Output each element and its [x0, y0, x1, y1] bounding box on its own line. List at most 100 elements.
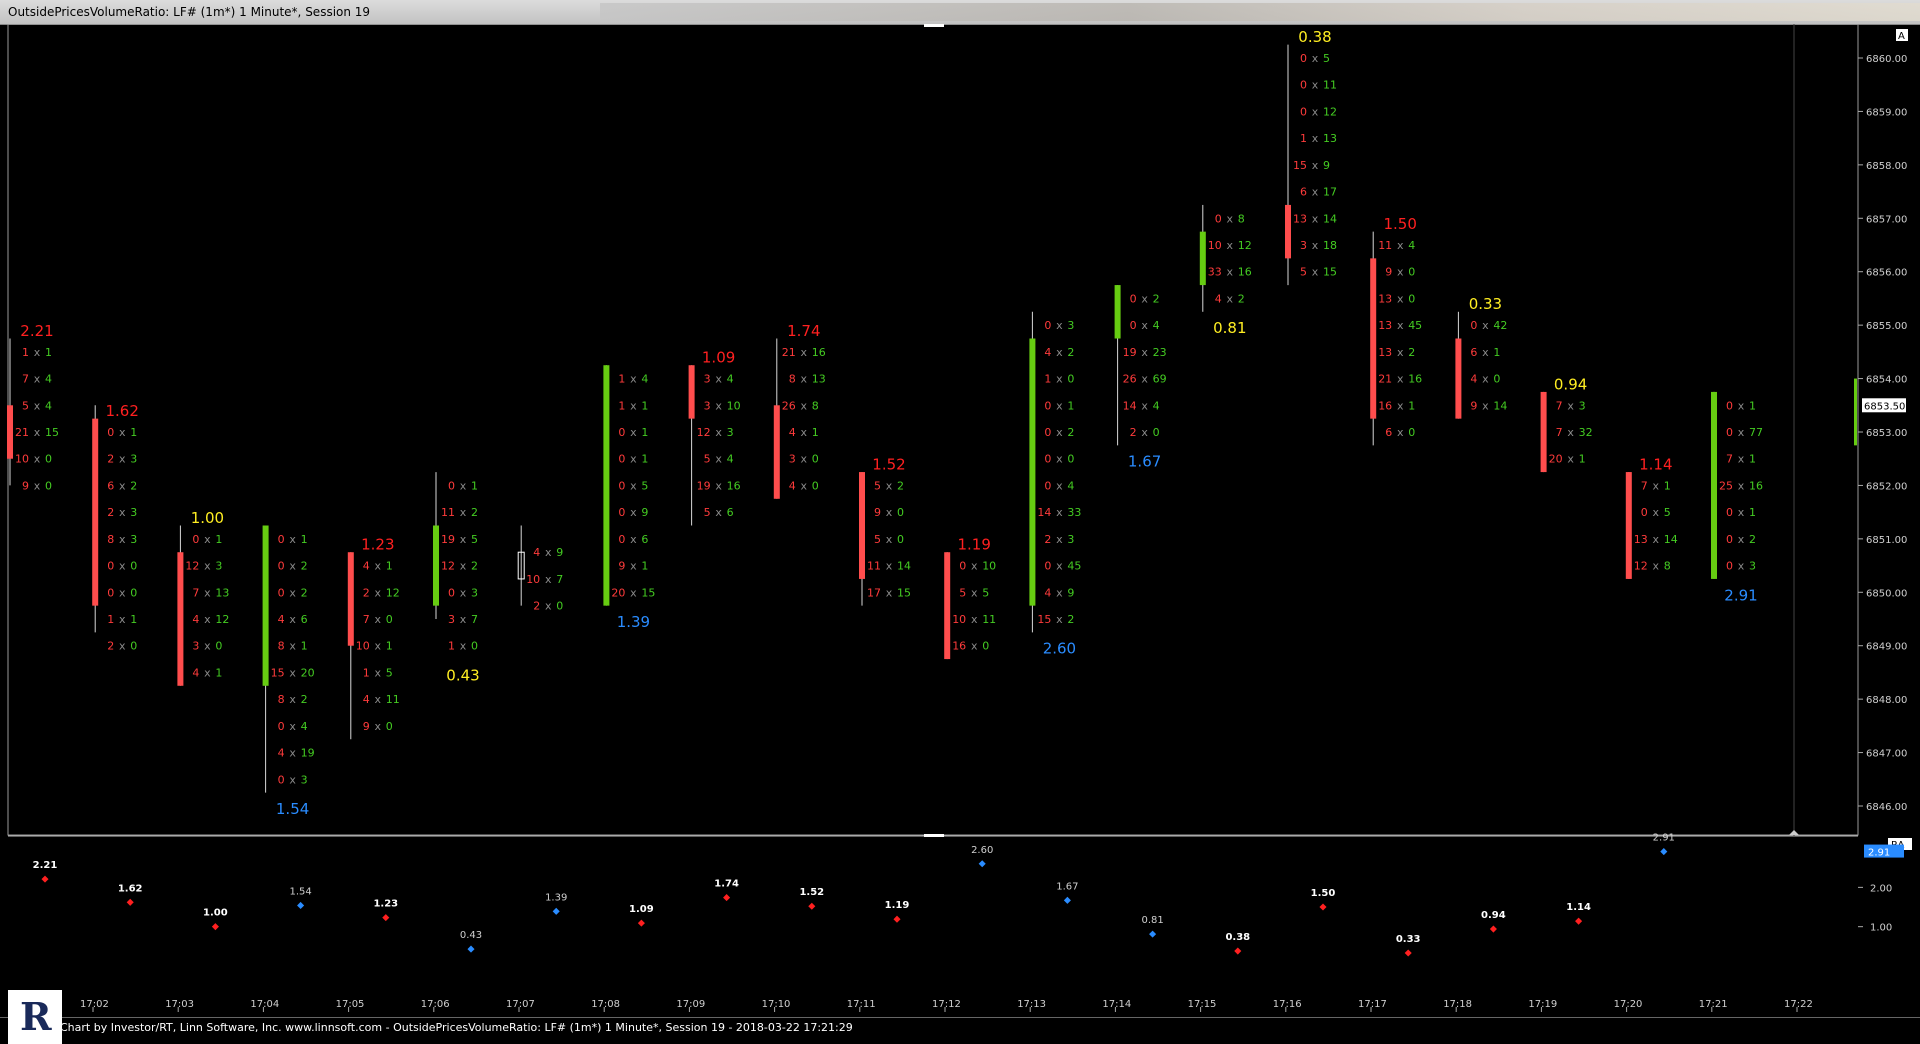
- footprint-ask: 5: [982, 586, 989, 599]
- ratio-point[interactable]: [723, 894, 731, 902]
- footprint-bid: 0: [1300, 105, 1307, 118]
- ratio-point[interactable]: [297, 901, 305, 909]
- footprint-ask: 2: [471, 506, 478, 519]
- ratio-point[interactable]: [41, 875, 49, 883]
- footprint-bid: 12: [697, 426, 711, 439]
- pane-resize-handle-bottom[interactable]: [924, 834, 944, 837]
- ratio-point[interactable]: [1319, 903, 1327, 911]
- candle-body[interactable]: [347, 552, 354, 646]
- footprint-x: x: [460, 479, 467, 492]
- footprint-ask: 3: [215, 560, 222, 573]
- candle-body[interactable]: [177, 552, 184, 686]
- footprint-bid: 3: [704, 373, 711, 386]
- ratio-point[interactable]: [211, 923, 219, 931]
- candle-body[interactable]: [1029, 338, 1036, 606]
- ratio-point-label: 0.81: [1141, 915, 1163, 926]
- ratio-point[interactable]: [1404, 949, 1412, 957]
- ratio-point[interactable]: [1489, 925, 1497, 933]
- footprint-ask: 11: [982, 613, 996, 626]
- footprint-bid: 0: [1726, 533, 1733, 546]
- ratio-label: 1.50: [1383, 215, 1416, 233]
- footprint-x: x: [801, 453, 808, 466]
- footprint-ask: 14: [1664, 533, 1678, 546]
- candle-body[interactable]: [773, 405, 780, 499]
- candle-body[interactable]: [1455, 338, 1462, 419]
- footprint-bid: 0: [1215, 212, 1222, 225]
- candle-body[interactable]: [1285, 204, 1291, 259]
- footprint-bid: 0: [278, 533, 285, 546]
- footprint-bid: 12: [441, 560, 455, 573]
- ratio-point[interactable]: [1660, 848, 1668, 856]
- footprint-x: x: [289, 693, 296, 706]
- footprint-ask: 33: [1067, 506, 1081, 519]
- footprint-x: x: [1056, 506, 1063, 519]
- candle-body[interactable]: [688, 365, 695, 419]
- chart-canvas[interactable]: A6860.006859.006858.006857.006856.006855…: [0, 24, 1920, 1017]
- footprint-x: x: [886, 533, 893, 546]
- candle-body[interactable]: [92, 418, 99, 606]
- candle-body[interactable]: [859, 472, 865, 579]
- footprint-bid: 0: [278, 773, 285, 786]
- ratio-point-label: 0.38: [1225, 932, 1250, 943]
- footprint-x: x: [886, 479, 893, 492]
- footprint-ask: 4: [727, 373, 734, 386]
- candle-body[interactable]: [7, 405, 13, 459]
- footprint-x: x: [119, 453, 126, 466]
- footprint-ask: 2: [301, 693, 308, 706]
- candle-body[interactable]: [1199, 231, 1206, 286]
- footprint-ask: 0: [130, 560, 137, 573]
- ratio-point[interactable]: [126, 898, 134, 906]
- ratio-point[interactable]: [978, 860, 986, 868]
- candle-body[interactable]: [1711, 391, 1717, 579]
- time-tick-label: 17:06: [421, 999, 450, 1010]
- ratio-point[interactable]: [1063, 896, 1071, 904]
- footprint-bid: 5: [704, 453, 711, 466]
- ratio-label: 0.33: [1469, 295, 1502, 313]
- footprint-bid: 15: [271, 666, 285, 679]
- footprint-x: x: [1397, 266, 1404, 279]
- footprint-x: x: [460, 506, 467, 519]
- candle-body[interactable]: [433, 525, 439, 606]
- footprint-bid: 0: [618, 426, 625, 439]
- ratio-point[interactable]: [808, 902, 816, 910]
- footprint-x: x: [460, 640, 467, 653]
- ratio-point[interactable]: [382, 914, 390, 922]
- candle-body[interactable]: [1370, 258, 1377, 419]
- footprint-ask: 0: [1408, 292, 1415, 305]
- footprint-x: x: [34, 426, 41, 439]
- footprint-x: x: [1312, 239, 1319, 252]
- footprint-x: x: [375, 640, 382, 653]
- titlebar-background: [600, 3, 1920, 21]
- footprint-ask: 1: [130, 613, 137, 626]
- candle-body[interactable]: [1114, 285, 1121, 339]
- footprint-x: x: [545, 573, 552, 586]
- footprint-bid: 7: [192, 586, 199, 599]
- footprint-bid: 0: [618, 506, 625, 519]
- footprint-ask: 4: [1408, 239, 1415, 252]
- ratio-point[interactable]: [1149, 930, 1157, 938]
- ratio-point[interactable]: [1575, 917, 1583, 925]
- ratio-point[interactable]: [893, 915, 901, 923]
- footprint-bid: 12: [1634, 560, 1648, 573]
- candle-body[interactable]: [262, 525, 269, 686]
- candle-body[interactable]: [944, 552, 951, 660]
- footprint-bid: 8: [278, 640, 285, 653]
- footprint-bid: 6: [1300, 186, 1307, 199]
- ratio-point[interactable]: [467, 945, 475, 953]
- candle-body[interactable]: [603, 365, 610, 606]
- price-tick-label: 6850.00: [1866, 588, 1907, 599]
- pane-resize-handle-top[interactable]: [924, 24, 944, 27]
- window-titlebar[interactable]: OutsidePricesVolumeRatio: LF# (1m*) 1 Mi…: [0, 0, 1920, 25]
- footprint-x: x: [1567, 453, 1574, 466]
- ratio-point[interactable]: [1234, 947, 1242, 955]
- ratio-point[interactable]: [552, 907, 560, 915]
- footprint-ask: 15: [897, 586, 911, 599]
- footprint-bid: 3: [192, 640, 199, 653]
- ratio-point[interactable]: [637, 919, 645, 927]
- candle-body[interactable]: [1625, 472, 1632, 579]
- footprint-x: x: [1653, 533, 1660, 546]
- candle-body[interactable]: [1540, 391, 1547, 473]
- ratio-label: 0.94: [1554, 375, 1587, 393]
- footprint-x: x: [119, 560, 126, 573]
- footprint-bid: 21: [1378, 373, 1392, 386]
